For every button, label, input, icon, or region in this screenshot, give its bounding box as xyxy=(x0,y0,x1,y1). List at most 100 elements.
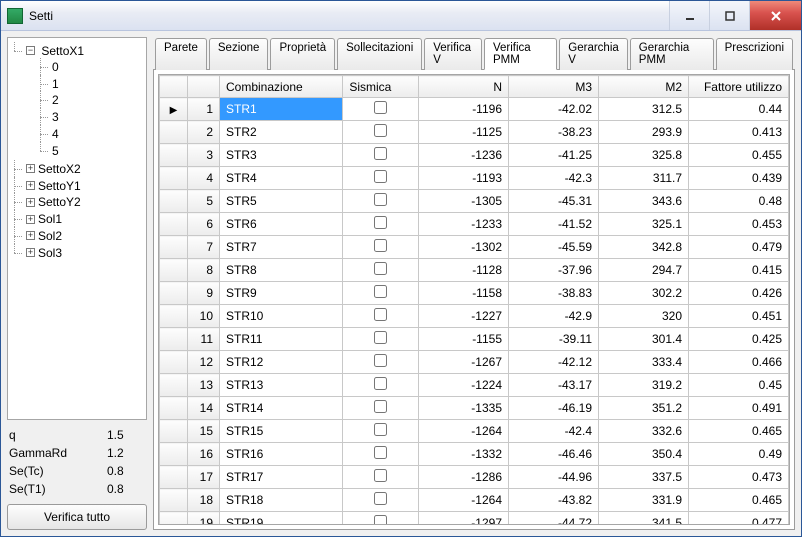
cell-sismica[interactable] xyxy=(343,305,419,328)
sismica-checkbox[interactable] xyxy=(374,423,387,436)
cell-m2[interactable]: 302.2 xyxy=(599,282,689,305)
cell-m3[interactable]: -42.02 xyxy=(509,98,599,121)
col-fattore[interactable]: Fattore utilizzo xyxy=(689,76,789,98)
verify-all-button[interactable]: Verifica tutto xyxy=(7,504,147,530)
cell-m2[interactable]: 293.9 xyxy=(599,121,689,144)
cell-m3[interactable]: -41.52 xyxy=(509,213,599,236)
cell-m3[interactable]: -42.9 xyxy=(509,305,599,328)
cell-n[interactable]: -1264 xyxy=(419,489,509,512)
expand-icon[interactable]: + xyxy=(26,215,35,224)
cell-m2[interactable]: 342.8 xyxy=(599,236,689,259)
cell-m2[interactable]: 311.7 xyxy=(599,167,689,190)
cell-fattore[interactable]: 0.48 xyxy=(689,190,789,213)
tree-node[interactable]: +SettoY1 xyxy=(14,177,144,194)
cell-m2[interactable]: 337.5 xyxy=(599,466,689,489)
tree-node[interactable]: +Sol1 xyxy=(14,210,144,227)
tab-proprietà[interactable]: Proprietà xyxy=(270,38,335,70)
sismica-checkbox[interactable] xyxy=(374,147,387,160)
cell-sismica[interactable] xyxy=(343,466,419,489)
cell-n[interactable]: -1155 xyxy=(419,328,509,351)
cell-m2[interactable]: 351.2 xyxy=(599,397,689,420)
cell-n[interactable]: -1335 xyxy=(419,397,509,420)
sismica-checkbox[interactable] xyxy=(374,377,387,390)
tab-parete[interactable]: Parete xyxy=(155,38,207,70)
table-row[interactable]: 8STR8-1128-37.96294.70.415 xyxy=(160,259,789,282)
cell-fattore[interactable]: 0.455 xyxy=(689,144,789,167)
table-row[interactable]: 6STR6-1233-41.52325.10.453 xyxy=(160,213,789,236)
cell-n[interactable]: -1297 xyxy=(419,512,509,526)
sismica-checkbox[interactable] xyxy=(374,262,387,275)
cell-fattore[interactable]: 0.425 xyxy=(689,328,789,351)
sismica-checkbox[interactable] xyxy=(374,124,387,137)
expand-icon[interactable]: + xyxy=(26,164,35,173)
cell-combinazione[interactable]: STR18 xyxy=(220,489,343,512)
table-row[interactable]: 1STR1-1196-42.02312.50.44 xyxy=(160,98,789,121)
tree-node[interactable]: +SettoX2 xyxy=(14,160,144,177)
cell-m2[interactable]: 341.5 xyxy=(599,512,689,526)
cell-n[interactable]: -1196 xyxy=(419,98,509,121)
sismica-checkbox[interactable] xyxy=(374,354,387,367)
cell-sismica[interactable] xyxy=(343,121,419,144)
tree-node-child[interactable]: 3 xyxy=(40,108,144,125)
maximize-button[interactable] xyxy=(709,1,749,30)
cell-m2[interactable]: 343.6 xyxy=(599,190,689,213)
cell-fattore[interactable]: 0.439 xyxy=(689,167,789,190)
cell-fattore[interactable]: 0.413 xyxy=(689,121,789,144)
expand-icon[interactable]: + xyxy=(26,198,35,207)
table-row[interactable]: 5STR5-1305-45.31343.60.48 xyxy=(160,190,789,213)
cell-combinazione[interactable]: STR16 xyxy=(220,443,343,466)
cell-sismica[interactable] xyxy=(343,374,419,397)
cell-fattore[interactable]: 0.465 xyxy=(689,420,789,443)
cell-sismica[interactable] xyxy=(343,397,419,420)
cell-sismica[interactable] xyxy=(343,259,419,282)
cell-m3[interactable]: -44.96 xyxy=(509,466,599,489)
cell-sismica[interactable] xyxy=(343,213,419,236)
cell-sismica[interactable] xyxy=(343,144,419,167)
cell-n[interactable]: -1158 xyxy=(419,282,509,305)
sismica-checkbox[interactable] xyxy=(374,515,387,525)
expand-icon[interactable]: + xyxy=(26,248,35,257)
cell-combinazione[interactable]: STR10 xyxy=(220,305,343,328)
tree-node-child[interactable]: 1 xyxy=(40,75,144,92)
cell-n[interactable]: -1305 xyxy=(419,190,509,213)
cell-fattore[interactable]: 0.453 xyxy=(689,213,789,236)
cell-fattore[interactable]: 0.465 xyxy=(689,489,789,512)
cell-n[interactable]: -1125 xyxy=(419,121,509,144)
tab-verifica-pmm[interactable]: Verifica PMM xyxy=(484,38,557,70)
close-button[interactable] xyxy=(749,1,801,30)
cell-m2[interactable]: 294.7 xyxy=(599,259,689,282)
cell-combinazione[interactable]: STR4 xyxy=(220,167,343,190)
cell-combinazione[interactable]: STR17 xyxy=(220,466,343,489)
cell-combinazione[interactable]: STR12 xyxy=(220,351,343,374)
tree-node-settox1[interactable]: − SettoX1 012345 xyxy=(14,42,144,160)
expand-icon[interactable]: + xyxy=(26,181,35,190)
table-row[interactable]: 12STR12-1267-42.12333.40.466 xyxy=(160,351,789,374)
table-row[interactable]: 9STR9-1158-38.83302.20.426 xyxy=(160,282,789,305)
cell-sismica[interactable] xyxy=(343,282,419,305)
table-row[interactable]: 4STR4-1193-42.3311.70.439 xyxy=(160,167,789,190)
cell-fattore[interactable]: 0.49 xyxy=(689,443,789,466)
cell-combinazione[interactable]: STR5 xyxy=(220,190,343,213)
cell-m2[interactable]: 312.5 xyxy=(599,98,689,121)
cell-combinazione[interactable]: STR7 xyxy=(220,236,343,259)
tree-node-child[interactable]: 0 xyxy=(40,58,144,75)
cell-m3[interactable]: -43.82 xyxy=(509,489,599,512)
cell-sismica[interactable] xyxy=(343,167,419,190)
cell-m3[interactable]: -38.23 xyxy=(509,121,599,144)
cell-sismica[interactable] xyxy=(343,328,419,351)
cell-m3[interactable]: -45.59 xyxy=(509,236,599,259)
cell-fattore[interactable]: 0.477 xyxy=(689,512,789,526)
cell-m3[interactable]: -38.83 xyxy=(509,282,599,305)
cell-n[interactable]: -1193 xyxy=(419,167,509,190)
minimize-button[interactable] xyxy=(669,1,709,30)
col-n[interactable]: N xyxy=(419,76,509,98)
table-row[interactable]: 16STR16-1332-46.46350.40.49 xyxy=(160,443,789,466)
cell-sismica[interactable] xyxy=(343,512,419,526)
table-row[interactable]: 3STR3-1236-41.25325.80.455 xyxy=(160,144,789,167)
col-sismica[interactable]: Sismica xyxy=(343,76,419,98)
tab-prescrizioni[interactable]: Prescrizioni xyxy=(716,38,793,70)
cell-combinazione[interactable]: STR14 xyxy=(220,397,343,420)
cell-m2[interactable]: 333.4 xyxy=(599,351,689,374)
cell-sismica[interactable] xyxy=(343,98,419,121)
cell-n[interactable]: -1227 xyxy=(419,305,509,328)
